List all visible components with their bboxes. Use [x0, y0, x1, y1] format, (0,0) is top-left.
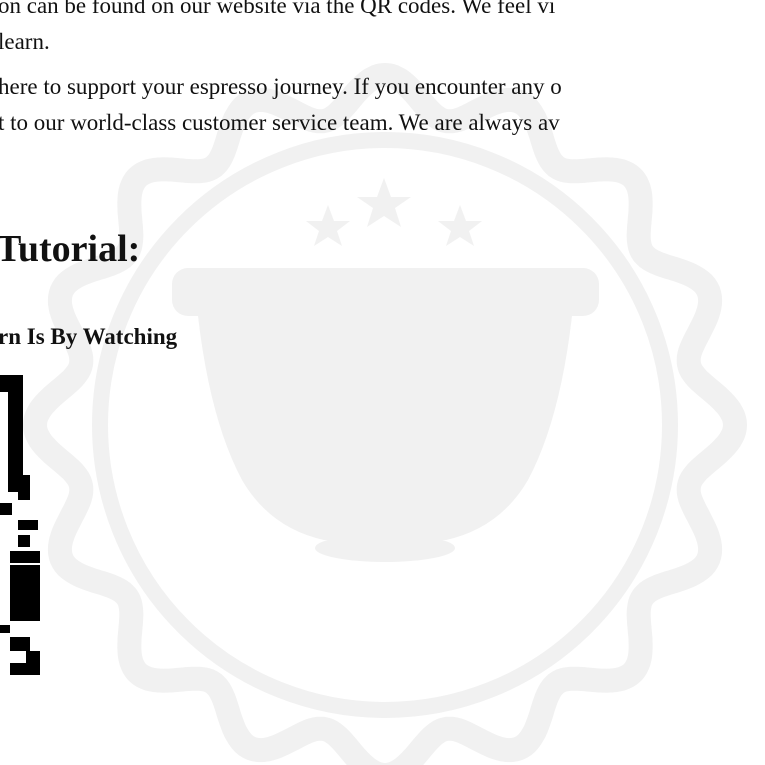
body-text-line: here to support your espresso journey. I…	[0, 74, 562, 99]
body-text-line: t to our world-class customer service te…	[0, 110, 560, 135]
body-text-line: learn.	[0, 29, 50, 54]
body-text-line: on can be found on our website via the Q…	[0, 0, 556, 18]
section-title: Tutorial:	[0, 228, 141, 270]
qr-code-icon[interactable]	[0, 375, 40, 675]
section-subtitle: rn Is By Watching	[0, 324, 178, 349]
